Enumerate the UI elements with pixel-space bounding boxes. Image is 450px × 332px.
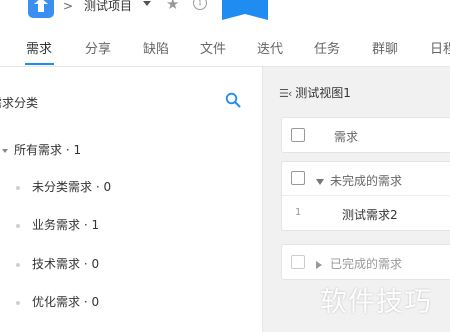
category-panel: 需求分类 所有需求 · 1 未分类需求 · 0 业务需求 · 1 技术需求 · … [0,67,263,332]
tab-group-chat[interactable]: 群聊 [372,38,398,57]
info-icon[interactable]: i [193,0,207,10]
bullet-icon [16,300,20,305]
collapse-triangle-icon[interactable] [316,178,324,185]
row-number: 1 [295,207,302,218]
tab-files[interactable]: 文件 [200,38,226,57]
group-checkbox[interactable] [291,171,305,185]
watermark: 软件技巧 [320,287,432,318]
tree-item-business[interactable]: 业务需求 · 1 [16,216,99,233]
star-icon[interactable]: ★ [166,0,179,13]
project-name[interactable]: 测试项目 [84,0,132,14]
tree-item-label: 优化需求 · 0 [32,295,100,309]
group-incomplete: 未完成的需求 1 测试需求2 [281,161,450,231]
table-row[interactable]: 1 测试需求2 [282,195,450,230]
group-header-complete[interactable]: 已完成的需求 [316,255,402,272]
active-tab-indicator [25,63,54,65]
collapse-sidebar-icon[interactable]: ☰‹ [279,87,292,100]
tree-item-uncategorized[interactable]: 未分类需求 · 0 [16,178,111,195]
view-title: 测试视图1 [295,86,351,100]
tree-item-label: 未分类需求 · 0 [32,180,112,194]
expand-triangle-icon[interactable] [2,148,8,153]
tab-defects[interactable]: 缺陷 [143,38,169,57]
bullet-icon [16,262,20,267]
column-header-requirement: 需求 [334,130,359,144]
requirement-title[interactable]: 测试需求2 [342,206,398,223]
top-bar: > 测试项目 ★ i [0,0,450,22]
project-tabs: 需求 分享 缺陷 文件 迭代 任务 群聊 日程 [0,28,450,67]
tab-iterations[interactable]: 迭代 [257,38,283,57]
tree-item-optimization[interactable]: 优化需求 · 0 [16,293,99,310]
breadcrumb-separator: > [63,0,74,13]
tree-item-technical[interactable]: 技术需求 · 0 [16,255,99,272]
group-header-incomplete[interactable]: 未完成的需求 [316,172,402,189]
group-complete: 已完成的需求 [281,244,450,280]
group-label: 未完成的需求 [330,174,403,188]
expand-triangle-icon[interactable] [316,260,322,269]
tab-tasks[interactable]: 任务 [314,38,340,57]
category-panel-title: 需求分类 [0,96,39,110]
group-checkbox[interactable] [291,255,305,269]
tree-item-label: 业务需求 · 1 [32,218,100,232]
chevron-down-icon[interactable] [143,1,151,6]
tree-root-label: 所有需求 · 1 [14,143,82,157]
select-all-checkbox[interactable] [291,128,305,142]
tree-item-label: 技术需求 · 0 [32,257,100,271]
bullet-icon [16,223,20,228]
search-icon[interactable] [225,92,241,108]
app-logo-icon[interactable] [28,0,54,18]
tab-share[interactable]: 分享 [85,38,111,57]
bullet-icon [16,185,20,190]
tab-requirements[interactable]: 需求 [26,38,52,57]
tree-root-all[interactable]: 所有需求 · 1 [0,141,81,158]
group-label: 已完成的需求 [330,257,403,271]
bookmark-icon[interactable] [222,0,268,20]
tab-schedule[interactable]: 日程 [430,38,450,57]
view-selector[interactable]: ☰‹ 测试视图1 [279,84,351,101]
table-header: 需求 [281,117,450,153]
